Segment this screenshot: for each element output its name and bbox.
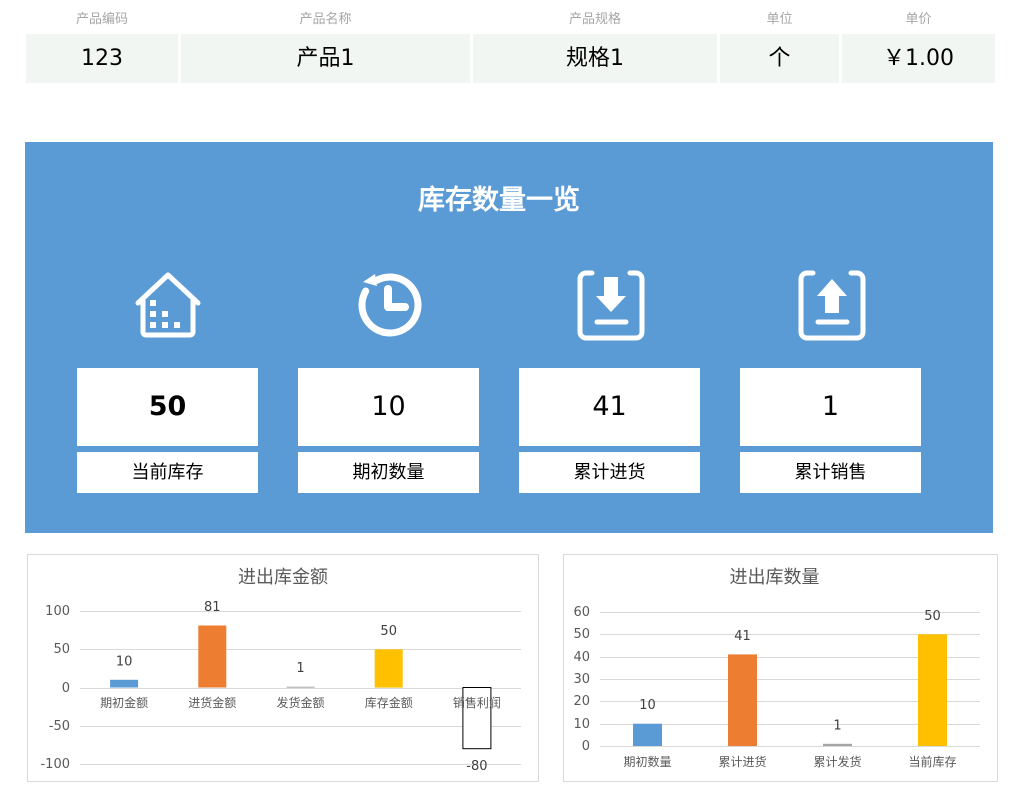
- amount-bar-1: [198, 625, 227, 688]
- opening-quantity-value: 10: [298, 368, 479, 446]
- house-icon: [133, 270, 203, 342]
- quantity-y-tick-label-1: 10: [573, 717, 590, 732]
- amount-data-label-2: 1: [296, 661, 304, 676]
- header-product-code: 产品编码: [75, 12, 128, 27]
- quantity-data-label-0: 10: [639, 698, 656, 713]
- amount-chart-plot: -100 -50 0 50 100 10 81 1 50 -80 期初金额 进货金额 发货金额 库存金额 销…: [40, 600, 521, 774]
- opening-quantity-label: 期初数量: [298, 452, 479, 493]
- quantity-category-label-2: 累计发货: [813, 754, 861, 769]
- unit-price-cell[interactable]: ￥1.00: [842, 34, 995, 83]
- amount-data-label-3: 50: [380, 624, 397, 639]
- upload-icon: [797, 269, 867, 341]
- current-stock-value: 50: [77, 368, 258, 446]
- amount-category-label-1: 进货金额: [188, 695, 236, 710]
- header-unit-price: 单价: [905, 12, 932, 27]
- amount-bar-0: [110, 679, 139, 688]
- quantity-category-label-1: 累计进货: [718, 754, 766, 769]
- quantity-data-label-3: 50: [924, 609, 941, 624]
- amount-category-label-0: 期初金额: [100, 695, 148, 710]
- quantity-bar-2: [823, 743, 852, 746]
- amount-y-tick-label-3: 50: [53, 642, 70, 657]
- quantity-chart: 进出库数量 0 10 20 30 40 50 60 10 41 1 50 期初数量 累计进货 累计发货 当前…: [563, 554, 998, 782]
- cumulative-inbound-value: 41: [519, 368, 700, 446]
- header-product-spec: 产品规格: [568, 12, 621, 27]
- amount-chart: 进出库金额 -100 -50 0 50 100 10 81 1 50 -80 期初金额 进货金额 发货金…: [27, 554, 539, 782]
- amount-category-label-2: 发货金额: [276, 695, 324, 710]
- amount-y-tick-label-1: -50: [49, 719, 70, 734]
- quantity-category-label-3: 当前库存: [908, 754, 956, 769]
- product-spec-cell[interactable]: 规格1: [473, 34, 717, 83]
- quantity-y-tick-label-2: 20: [573, 694, 590, 709]
- download-icon: [576, 269, 646, 341]
- quantity-data-label-1: 41: [734, 629, 751, 644]
- product-code-cell[interactable]: 123: [26, 34, 178, 83]
- quantity-bar-3: [918, 634, 947, 746]
- amount-y-tick-label-4: 100: [45, 604, 70, 619]
- unit-cell[interactable]: 个: [720, 34, 839, 83]
- cumulative-sales-value: 1: [740, 368, 921, 446]
- header-product-name: 产品名称: [299, 12, 352, 27]
- product-name-cell[interactable]: 产品1: [181, 34, 470, 83]
- quantity-category-label-0: 期初数量: [623, 754, 671, 769]
- amount-y-tick-label-2: 0: [62, 681, 70, 696]
- quantity-y-tick-label-0: 0: [582, 739, 590, 754]
- quantity-data-label-2: 1: [833, 718, 841, 733]
- amount-data-label-4: -80: [466, 759, 487, 774]
- quantity-chart-plot: 0 10 20 30 40 50 60 10 41 1 50 期初数量 累计进货 累计发货 当前库存: [573, 605, 980, 769]
- cumulative-inbound-label: 累计进货: [519, 452, 700, 493]
- quantity-y-tick-label-6: 60: [573, 605, 590, 620]
- amount-category-label-3: 库存金额: [365, 695, 413, 710]
- cumulative-sales-label: 累计销售: [740, 452, 921, 493]
- amount-bar-2: [286, 686, 315, 688]
- amount-data-label-1: 81: [204, 600, 221, 615]
- quantity-y-tick-label-3: 30: [573, 672, 590, 687]
- clock-icon: [355, 270, 425, 342]
- inventory-panel-title: 库存数量一览: [418, 185, 580, 216]
- amount-bar-3: [374, 649, 403, 688]
- header-unit: 单位: [766, 12, 793, 27]
- quantity-bar-0: [633, 723, 662, 746]
- quantity-bar-1: [728, 654, 757, 746]
- amount-category-label-4: 销售利润: [453, 695, 501, 710]
- amount-y-tick-label-0: -100: [40, 757, 70, 772]
- quantity-y-tick-label-4: 40: [573, 650, 590, 665]
- quantity-y-tick-label-5: 50: [573, 627, 590, 642]
- inventory-panel: 库存数量一览 50 当前库存 10 期初数量 41 累计进货 1 累计销售: [25, 142, 993, 533]
- amount-data-label-0: 10: [116, 654, 133, 669]
- current-stock-label: 当前库存: [77, 452, 258, 493]
